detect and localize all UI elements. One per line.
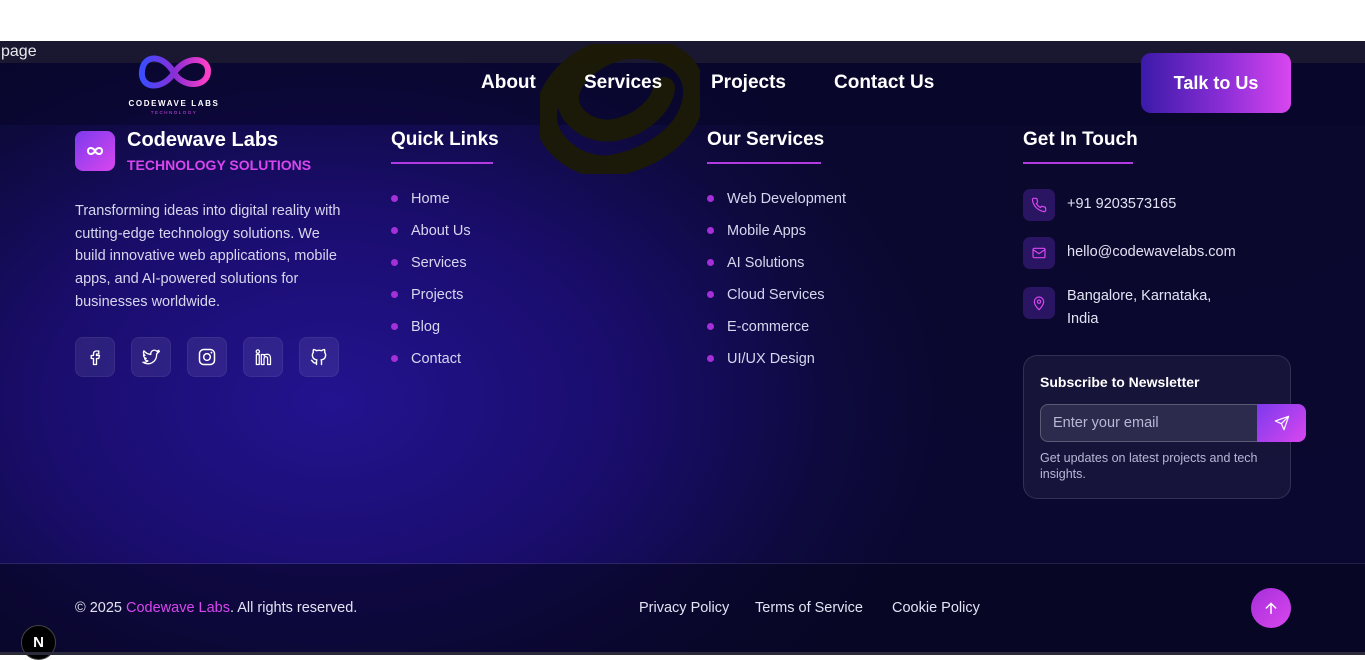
newsletter-card: Subscribe to Newsletter Get updates on l… xyxy=(1023,355,1306,499)
quick-link-about-us[interactable]: About Us xyxy=(391,221,471,253)
phone-icon xyxy=(1023,189,1055,221)
service-link-cloud-services[interactable]: Cloud Services xyxy=(707,285,846,317)
service-link-label: Web Development xyxy=(727,191,847,207)
service-link-label: AI Solutions xyxy=(727,255,805,271)
bullet-dot xyxy=(707,259,714,266)
contact-heading: Get In Touch xyxy=(1023,129,1138,150)
nav-services[interactable]: Services xyxy=(584,72,662,94)
newsletter-note: Get updates on latest projects and tech … xyxy=(1040,451,1258,481)
bullet-dot xyxy=(391,291,398,298)
linkedin-icon xyxy=(255,349,272,366)
instagram-icon xyxy=(198,348,216,366)
service-link-label: UI/UX Design xyxy=(727,351,815,367)
quick-links-list: Home About Us Services Projects Blog Con… xyxy=(391,189,471,381)
quick-link-label: Contact xyxy=(411,351,461,367)
service-link-label: E-commerce xyxy=(727,319,810,335)
twitter-icon xyxy=(142,349,160,365)
quick-links-underline xyxy=(391,162,493,164)
logo-wordmark: CODEWAVE LABS xyxy=(128,99,220,108)
contact-email-text: hello@codewavelabs.com xyxy=(1067,244,1236,260)
arrow-up-icon xyxy=(1265,602,1277,615)
facebook-icon xyxy=(90,350,101,366)
contact-address-text: Bangalore, Karnataka, India xyxy=(1067,288,1212,327)
bullet-dot xyxy=(707,227,714,234)
location-pin-icon xyxy=(1023,287,1055,319)
logo-tagline: TECHNOLOGY xyxy=(150,110,198,115)
scroll-to-top-button[interactable] xyxy=(1251,588,1291,628)
services-list: Web Development Mobile Apps AI Solutions… xyxy=(707,189,846,381)
contact-email[interactable]: hello@codewavelabs.com xyxy=(1023,237,1247,269)
bullet-dot xyxy=(391,195,398,202)
bullet-dot xyxy=(391,323,398,330)
bullet-dot xyxy=(391,227,398,234)
facebook-button[interactable] xyxy=(75,337,115,377)
bullet-dot xyxy=(391,355,398,362)
quick-link-home[interactable]: Home xyxy=(391,189,471,221)
quick-link-contact[interactable]: Contact xyxy=(391,349,471,381)
service-link-label: Cloud Services xyxy=(727,287,825,303)
brand-name: Codewave Labs xyxy=(127,129,279,151)
footer-divider xyxy=(0,563,1365,564)
talk-to-us-button[interactable]: Talk to Us xyxy=(1141,53,1291,113)
infinity-icon xyxy=(87,147,103,155)
service-link-ui-ux-design[interactable]: UI/UX Design xyxy=(707,349,846,381)
infinity-logo-icon xyxy=(138,55,212,89)
cookie-policy-link[interactable]: Cookie Policy xyxy=(892,600,980,616)
newsletter-email-input[interactable] xyxy=(1040,404,1258,442)
copyright-brand-link[interactable]: Codewave Labs xyxy=(126,600,230,616)
nav-projects[interactable]: Projects xyxy=(711,72,786,94)
quick-link-label: Projects xyxy=(411,287,464,303)
newsletter-submit-button[interactable] xyxy=(1257,404,1306,442)
nav-contact-us[interactable]: Contact Us xyxy=(834,72,934,94)
service-link-e-commerce[interactable]: E-commerce xyxy=(707,317,846,349)
bullet-dot xyxy=(391,259,398,266)
services-heading: Our Services xyxy=(707,129,825,150)
copyright-text: © 2025 Codewave Labs. All rights reserve… xyxy=(75,600,357,616)
copyright-prefix: © 2025 xyxy=(75,600,126,616)
service-link-label: Mobile Apps xyxy=(727,223,806,239)
brand-description: Transforming ideas into digital reality … xyxy=(75,203,341,310)
quick-link-services[interactable]: Services xyxy=(391,253,471,285)
service-link-mobile-apps[interactable]: Mobile Apps xyxy=(707,221,846,253)
contact-address: Bangalore, Karnataka, India xyxy=(1023,285,1227,331)
bullet-dot xyxy=(707,291,714,298)
quick-link-label: Home xyxy=(411,191,450,207)
contact-phone-text: +91 9203573165 xyxy=(1067,196,1177,212)
linkedin-button[interactable] xyxy=(243,337,283,377)
service-link-web-development[interactable]: Web Development xyxy=(707,189,846,221)
contact-underline xyxy=(1023,162,1133,164)
privacy-policy-link[interactable]: Privacy Policy xyxy=(639,600,729,616)
quick-link-projects[interactable]: Projects xyxy=(391,285,471,317)
terms-of-service-link[interactable]: Terms of Service xyxy=(755,600,863,616)
top-blank-area xyxy=(0,0,1365,41)
github-button[interactable] xyxy=(299,337,339,377)
brand-tagline: TECHNOLOGY SOLUTIONS xyxy=(127,157,312,173)
quick-link-blog[interactable]: Blog xyxy=(391,317,471,349)
contact-phone[interactable]: +91 9203573165 xyxy=(1023,189,1247,221)
services-underline xyxy=(707,162,821,164)
newsletter-title: Subscribe to Newsletter xyxy=(1040,374,1200,390)
copyright-suffix: . All rights reserved. xyxy=(230,600,358,616)
quick-link-label: About Us xyxy=(411,223,471,239)
logo[interactable]: CODEWAVE LABS TECHNOLOGY xyxy=(118,47,230,117)
quick-link-label: Blog xyxy=(411,319,441,335)
scribble-annotation xyxy=(540,44,700,174)
bullet-dot xyxy=(707,195,714,202)
brand-badge xyxy=(75,131,115,171)
github-icon xyxy=(310,348,327,366)
service-link-ai-solutions[interactable]: AI Solutions xyxy=(707,253,846,285)
quick-link-label: Services xyxy=(411,255,467,271)
nav-about[interactable]: About xyxy=(481,72,536,94)
send-icon xyxy=(1274,415,1289,431)
quick-links-heading: Quick Links xyxy=(391,129,499,150)
bullet-dot xyxy=(707,323,714,330)
mail-icon xyxy=(1023,237,1055,269)
twitter-button[interactable] xyxy=(131,337,171,377)
instagram-button[interactable] xyxy=(187,337,227,377)
bullet-dot xyxy=(707,355,714,362)
